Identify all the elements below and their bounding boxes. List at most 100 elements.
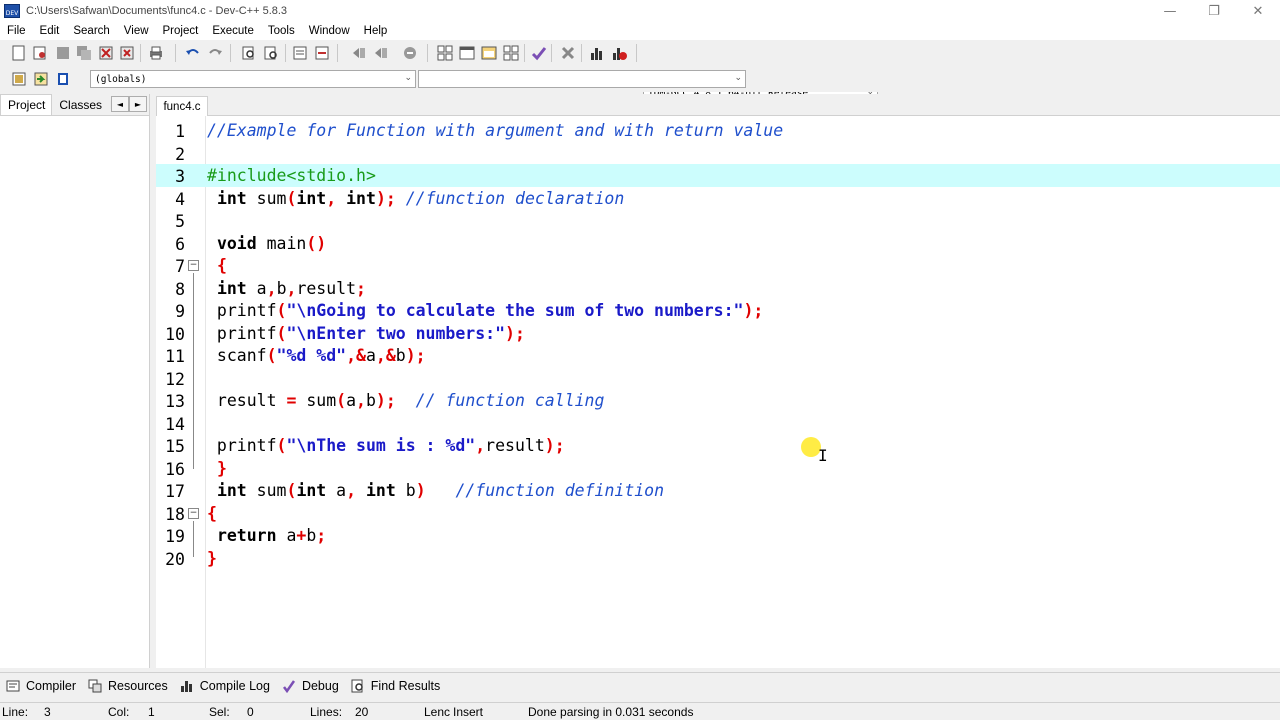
code-line[interactable]: 19 return a+b; [156, 524, 1280, 547]
menu-help[interactable]: Help [357, 25, 395, 37]
tab-func4-c[interactable]: func4.c [156, 96, 208, 116]
toggle-comment-icon[interactable] [401, 44, 419, 62]
code-line[interactable]: 15 printf("\nThe sum is : %d",result); [156, 434, 1280, 457]
code-line[interactable]: 4 int sum(int, int); //function declarat… [156, 187, 1280, 210]
code-line[interactable]: 9 printf("\nGoing to calculate the sum o… [156, 299, 1280, 322]
tab-find-results[interactable]: Find Results [345, 674, 446, 698]
code-line[interactable]: 1 //Example for Function with argument an… [156, 119, 1280, 142]
fold-toggle-icon[interactable]: − [188, 260, 199, 271]
code-token: a [346, 391, 357, 410]
code-line[interactable]: 7− { [156, 254, 1280, 277]
class-browser-icon[interactable] [480, 44, 498, 62]
code-token: int [296, 188, 327, 208]
delete-profile-icon[interactable] [610, 44, 628, 62]
tab-compile-log[interactable]: Compile Log [174, 674, 276, 698]
tab-debug-bottom[interactable]: Debug [276, 674, 345, 698]
goto-definition-icon[interactable] [54, 70, 72, 88]
syntax-check-icon[interactable] [530, 44, 548, 62]
restore-button[interactable]: ❐ [1192, 0, 1236, 22]
minimize-button[interactable]: — [1148, 0, 1192, 22]
goto-line-icon[interactable] [291, 44, 309, 62]
menu-view[interactable]: View [117, 25, 156, 37]
profile-icon[interactable] [588, 44, 606, 62]
status-bar: Line: 3 Col: 1 Sel: 0 Lines: 20 Lenc Ins… [0, 702, 1280, 720]
toggle-bookmark-icon[interactable] [313, 44, 331, 62]
line-number: 11 [165, 347, 185, 366]
code-token: sum [246, 481, 287, 500]
replace-icon[interactable] [262, 44, 280, 62]
tab-compiler[interactable]: Compiler [0, 674, 82, 698]
project-panel: Project Classes D ◄ ► [0, 94, 150, 668]
code-text: //Example for Function with argument and… [207, 121, 783, 140]
code-line[interactable]: 16 } [156, 457, 1280, 480]
code-token: ); [544, 436, 565, 455]
code-line[interactable]: 13 result = sum(a,b); // function callin… [156, 389, 1280, 412]
open-file-icon[interactable] [31, 44, 49, 62]
code-line[interactable]: 12 [156, 367, 1280, 390]
close-all-icon[interactable] [118, 44, 136, 62]
abort-compile-icon[interactable] [559, 44, 577, 62]
new-file-icon[interactable] [10, 44, 28, 62]
code-line[interactable]: 20} [156, 547, 1280, 570]
indent-icon[interactable] [350, 44, 368, 62]
unindent-icon[interactable] [372, 44, 390, 62]
insert-code-icon[interactable] [10, 70, 28, 88]
redo-icon[interactable] [206, 44, 224, 62]
line-number: 1 [175, 122, 185, 141]
line-number: 13 [165, 392, 185, 411]
scroll-left-icon[interactable]: ◄ [111, 96, 129, 112]
code-line[interactable]: 14 [156, 412, 1280, 435]
tab-resources[interactable]: Resources [82, 674, 174, 698]
code-token: ); [405, 346, 426, 365]
code-line[interactable]: 18−{ [156, 502, 1280, 525]
line-number: 18 [165, 504, 185, 524]
code-token: ); [743, 301, 764, 320]
menu-execute[interactable]: Execute [205, 25, 261, 37]
menu-project[interactable]: Project [156, 25, 206, 37]
tab-project[interactable]: Project [0, 94, 53, 115]
code-line[interactable]: 5 [156, 209, 1280, 232]
code-line[interactable]: 3 #include<stdio.h> [156, 164, 1280, 187]
status-lines-value: 20 [355, 705, 369, 719]
menu-window[interactable]: Window [302, 25, 357, 37]
code-line[interactable]: 10 printf("\nEnter two numbers:"); [156, 322, 1280, 345]
fold-toggle-icon[interactable]: − [188, 507, 199, 519]
status-message: Done parsing in 0.031 seconds [528, 705, 694, 719]
menu-file[interactable]: File [0, 25, 33, 37]
code-line[interactable]: 17 int sum(int a, int b) //function defi… [156, 479, 1280, 502]
code-line[interactable]: 11 scanf("%d %d",&a,&b); [156, 344, 1280, 367]
scroll-right-icon[interactable]: ► [129, 96, 147, 112]
window-controls: — ❐ ✕ [1148, 0, 1280, 22]
code-token: ; [356, 278, 366, 298]
code-line[interactable]: 8 int a,b,result; [156, 277, 1280, 300]
menu-edit[interactable]: Edit [33, 25, 67, 37]
code-token: b [395, 346, 406, 365]
tab-classes[interactable]: Classes [52, 95, 108, 115]
new-project-icon[interactable] [436, 44, 454, 62]
find-icon[interactable] [240, 44, 258, 62]
window-icon[interactable] [458, 44, 476, 62]
goto-declaration-icon[interactable] [32, 70, 50, 88]
save-all-icon[interactable] [75, 44, 93, 62]
code-token: ( [276, 301, 287, 320]
undo-icon[interactable] [184, 44, 202, 62]
close-button[interactable]: ✕ [1236, 0, 1280, 22]
code-line[interactable]: 2 [156, 142, 1280, 165]
code-line[interactable]: 6 void main() [156, 232, 1280, 255]
scope-select[interactable]: (globals) ⌄ [90, 70, 416, 88]
code-token: ( [276, 323, 287, 343]
code-token: //Example for Function with argument and… [207, 121, 784, 140]
toolbar-separator [175, 44, 176, 62]
close-file-icon[interactable] [97, 44, 115, 62]
code-token: a [326, 481, 347, 500]
menu-search[interactable]: Search [66, 25, 116, 37]
symbol-select[interactable]: ⌄ [418, 70, 746, 88]
tile-windows-icon[interactable] [502, 44, 520, 62]
code-text: { [207, 504, 217, 523]
print-icon[interactable] [147, 44, 165, 62]
code-editor[interactable]: 1 //Example for Function with argument an… [156, 116, 1280, 668]
save-icon[interactable] [54, 44, 72, 62]
menu-tools[interactable]: Tools [261, 25, 302, 37]
